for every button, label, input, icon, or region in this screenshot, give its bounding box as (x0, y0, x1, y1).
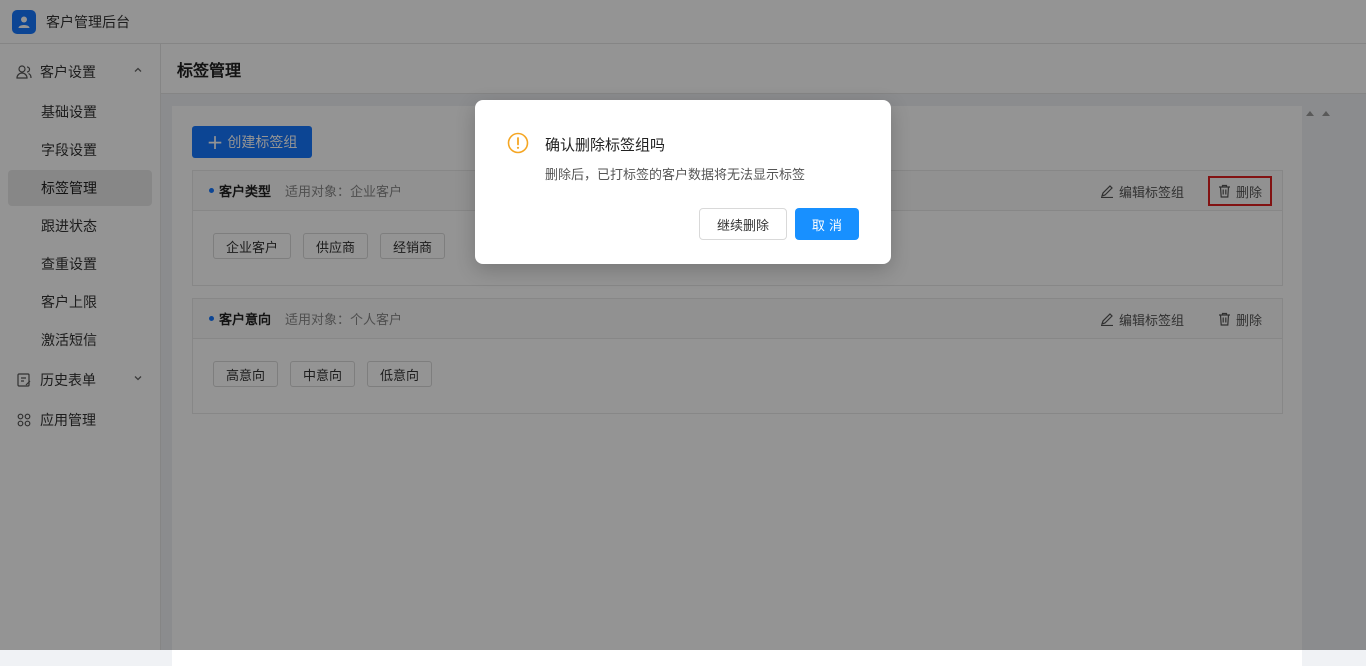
dialog-message: 删除后，已打标签的客户数据将无法显示标签 (545, 168, 806, 183)
confirm-delete-dialog: 确认删除标签组吗 删除后，已打标签的客户数据将无法显示标签 继续删除 取 消 (475, 100, 891, 264)
dialog-title: 确认删除标签组吗 (545, 136, 666, 154)
modal-overlay[interactable] (0, 0, 1366, 650)
continue-delete-button[interactable]: 继续删除 (699, 208, 787, 240)
cancel-button[interactable]: 取 消 (795, 208, 859, 240)
warning-icon (507, 132, 529, 154)
